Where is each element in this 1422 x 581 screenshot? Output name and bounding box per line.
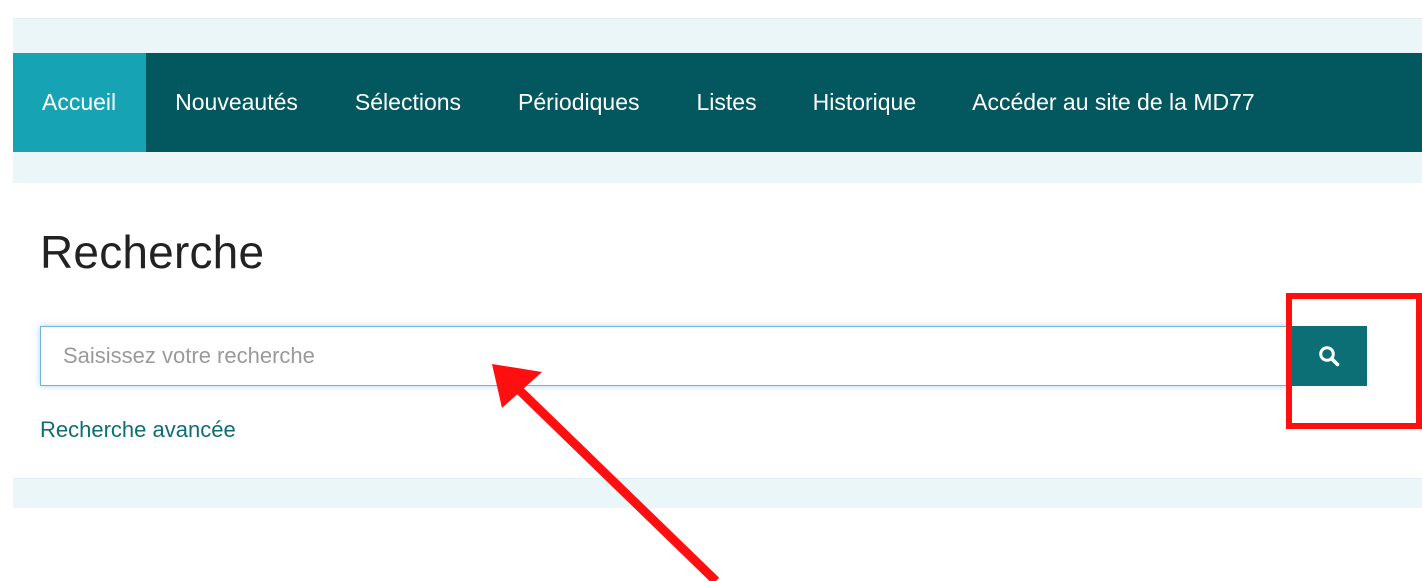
nav-item-historique[interactable]: Historique: [779, 53, 939, 152]
nav-item-listes[interactable]: Listes: [662, 53, 779, 152]
search-icon: [1318, 345, 1340, 367]
top-band: [13, 18, 1422, 54]
nav-item-selections[interactable]: Sélections: [320, 53, 483, 152]
advanced-search-link[interactable]: Recherche avancée: [40, 417, 236, 443]
bottom-band: [13, 478, 1422, 508]
nav-item-nouveautes[interactable]: Nouveautés: [146, 53, 320, 152]
main-navbar: Accueil Nouveautés Sélections Périodique…: [13, 53, 1422, 152]
nav-under-band: [13, 152, 1422, 183]
nav-item-accueil[interactable]: Accueil: [13, 53, 147, 152]
page-title: Recherche: [40, 226, 265, 278]
nav-item-site-md77[interactable]: Accéder au site de la MD77: [938, 53, 1277, 152]
search-button[interactable]: [1291, 326, 1367, 386]
nav-item-periodiques[interactable]: Périodiques: [483, 53, 661, 152]
search-input[interactable]: [40, 326, 1291, 386]
